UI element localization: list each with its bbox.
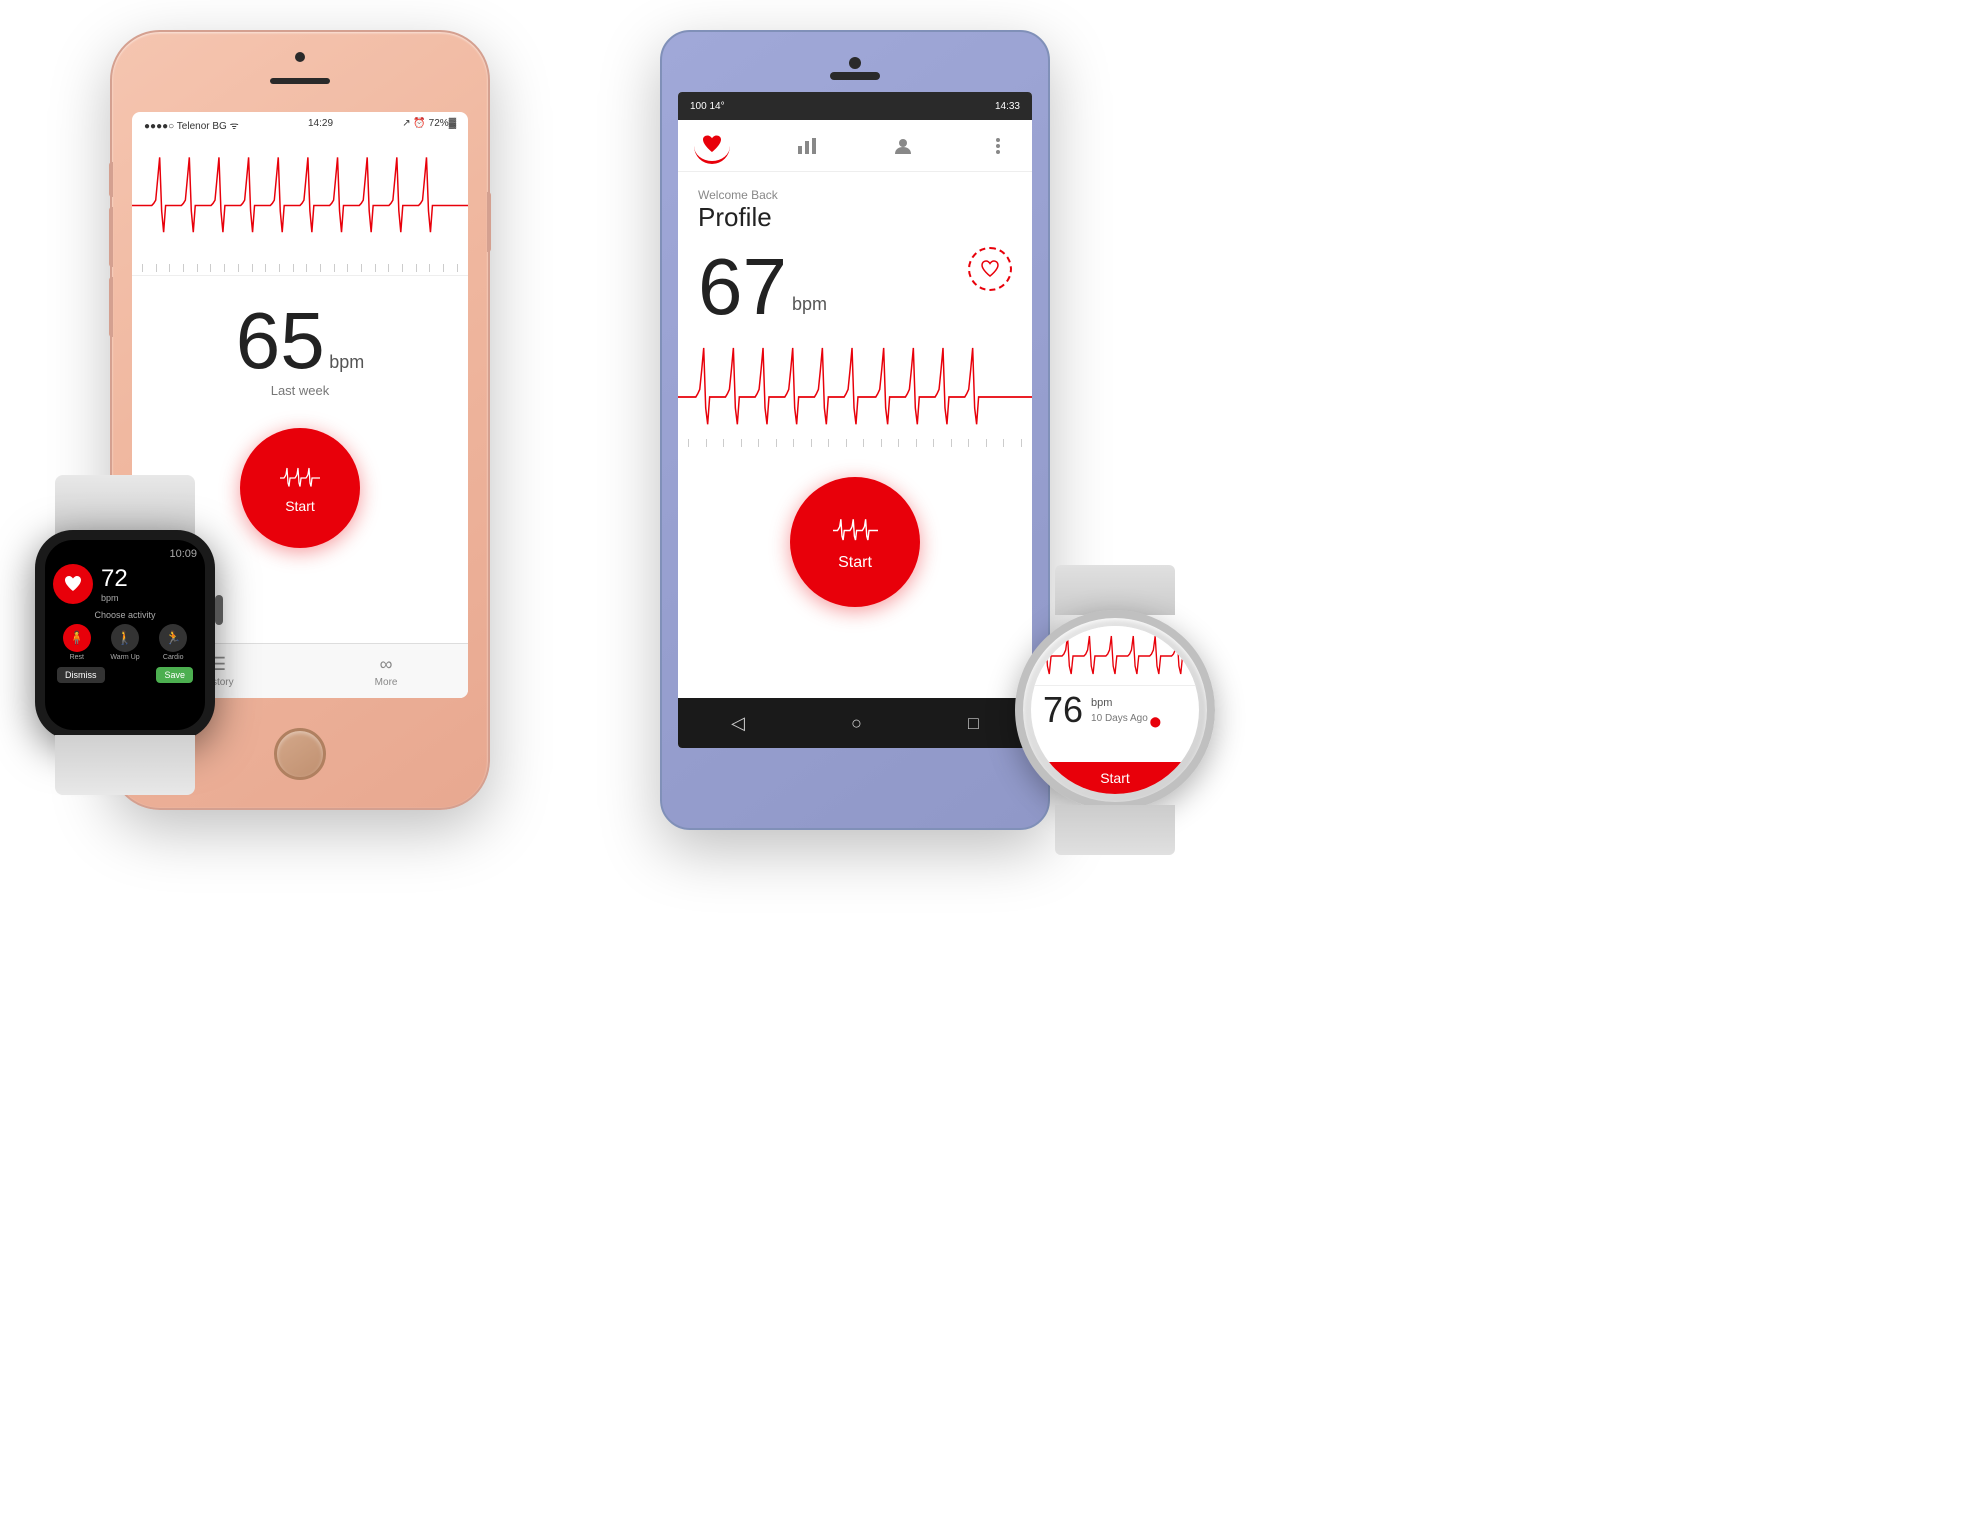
android-back-button[interactable]: ◁	[731, 713, 745, 734]
android-device: 100 14° 14:33	[660, 30, 1050, 830]
watch-dismiss-button[interactable]: Dismiss	[57, 667, 105, 683]
ecg-ticker	[132, 260, 468, 275]
watch-band-bottom	[55, 735, 195, 795]
android-status-left: 100 14°	[690, 101, 725, 112]
watch-activity-rest[interactable]: 🧍 Rest	[63, 624, 91, 661]
watch-screen: 10:09 72 bpm Choose activity	[45, 540, 205, 730]
ios-status-bar: ●●●●○ Telenor BG ᯤ 14:29 ↗ ⏰ 72%▓	[132, 112, 468, 136]
warmup-icon: 🚶	[111, 624, 139, 652]
rest-label: Rest	[70, 654, 84, 661]
ios-start-label: Start	[285, 498, 315, 514]
android-top-nav	[678, 120, 1032, 172]
watch-bpm-value: 72	[101, 565, 128, 593]
watch-crown	[215, 595, 223, 625]
battery-status: ↗ ⏰ 72%▓	[402, 118, 456, 132]
gear-body: 76 bpm 10 Days Ago ⬤ Start	[1015, 610, 1215, 810]
watch-band-top	[55, 475, 195, 535]
android-time: 14:33	[995, 101, 1020, 112]
android-nav-chart[interactable]	[789, 128, 825, 164]
android-recents-button[interactable]: □	[968, 713, 979, 734]
iphone-mute-button	[109, 162, 113, 197]
watch-activity-cardio[interactable]: 🏃 Cardio	[159, 624, 187, 661]
rest-icon: 🧍	[63, 624, 91, 652]
android-welcome: Welcome Back Profile	[678, 172, 1032, 237]
watch-buttons: Dismiss Save	[53, 667, 197, 683]
gear-screen: 76 bpm 10 Days Ago ⬤ Start	[1031, 626, 1199, 794]
watch-activity-icons: 🧍 Rest 🚶 Warm Up 🏃 Cardio	[53, 624, 197, 661]
ios-time: 14:29	[308, 118, 333, 132]
android-nav-profile[interactable]	[885, 128, 921, 164]
iphone-home-button[interactable]	[274, 728, 326, 780]
android-profile-label: Profile	[698, 202, 1012, 233]
android-camera	[849, 57, 861, 69]
watch-bpm-unit: bpm	[101, 593, 128, 603]
watch-save-button[interactable]: Save	[156, 667, 193, 683]
iphone-power-button	[487, 192, 491, 252]
android-welcome-text: Welcome Back	[698, 188, 1012, 202]
android-ecg-ticks	[678, 439, 1032, 447]
gear-bpm-area: 76 bpm 10 Days Ago ⬤	[1031, 686, 1199, 734]
watch-activity-warmup[interactable]: 🚶 Warm Up	[110, 624, 139, 661]
iphone-speaker	[270, 78, 330, 84]
android-speaker	[830, 72, 880, 80]
android-heart-outline	[968, 247, 1012, 291]
watch-activity-label: Choose activity	[53, 610, 197, 620]
watch-time: 10:09	[53, 548, 197, 560]
gear-band-bottom	[1055, 805, 1175, 855]
gear-watch-device: 76 bpm 10 Days Ago ⬤ Start	[1000, 580, 1230, 860]
iphone-vol-up-button	[109, 207, 113, 267]
android-bpm-value: 67	[698, 247, 787, 327]
cardio-label: Cardio	[163, 654, 184, 661]
ios-bpm-value: 65	[236, 296, 325, 385]
apple-watch-device: 10:09 72 bpm Choose activity	[15, 530, 235, 790]
iphone-camera	[295, 52, 305, 62]
android-bottom-nav: ◁ ○ □	[678, 698, 1032, 748]
watch-heart-icon	[53, 564, 93, 604]
watch-heart-area: 72 bpm	[53, 564, 197, 604]
gear-bpm-value: 76	[1043, 692, 1083, 728]
gear-band-top	[1055, 565, 1175, 615]
gear-bpm-sublabel: 10 Days Ago	[1091, 713, 1148, 724]
ios-bpm-label: Last week	[152, 383, 448, 398]
watch-body: 10:09 72 bpm Choose activity	[35, 530, 215, 740]
warmup-label: Warm Up	[110, 654, 139, 661]
android-ecg-display	[678, 337, 1032, 457]
android-screen: 100 14° 14:33	[678, 92, 1032, 748]
tab-more-label: More	[375, 677, 398, 688]
cardio-icon: 🏃	[159, 624, 187, 652]
ios-bpm-display: 65 bpm Last week	[132, 276, 468, 408]
android-bpm-unit: bpm	[792, 294, 827, 315]
carrier-signal: ●●●●○ Telenor BG ᯤ	[144, 118, 239, 132]
android-bpm-display: 67 bpm	[678, 237, 1032, 337]
gear-ecg-display	[1031, 626, 1199, 686]
gear-bpm-unit: bpm	[1091, 697, 1148, 709]
ios-start-button[interactable]: Start	[240, 428, 360, 548]
android-status-bar: 100 14° 14:33	[678, 92, 1032, 120]
more-icon: ∞	[380, 654, 393, 675]
ios-bpm-unit: bpm	[329, 352, 364, 372]
location-icon: ↗	[402, 118, 410, 129]
android-nav-heart[interactable]	[694, 128, 730, 164]
tab-more[interactable]: ∞ More	[375, 654, 398, 688]
iphone-vol-down-button	[109, 277, 113, 337]
ios-ecg-display	[132, 136, 468, 276]
gear-bluetooth-icon: ⬤	[1150, 717, 1161, 728]
android-start-button[interactable]: Start	[790, 477, 920, 607]
android-home-button[interactable]: ○	[851, 713, 862, 734]
android-nav-more[interactable]	[980, 128, 1016, 164]
android-start-label: Start	[838, 554, 872, 572]
gear-start-button[interactable]: Start	[1031, 762, 1199, 794]
